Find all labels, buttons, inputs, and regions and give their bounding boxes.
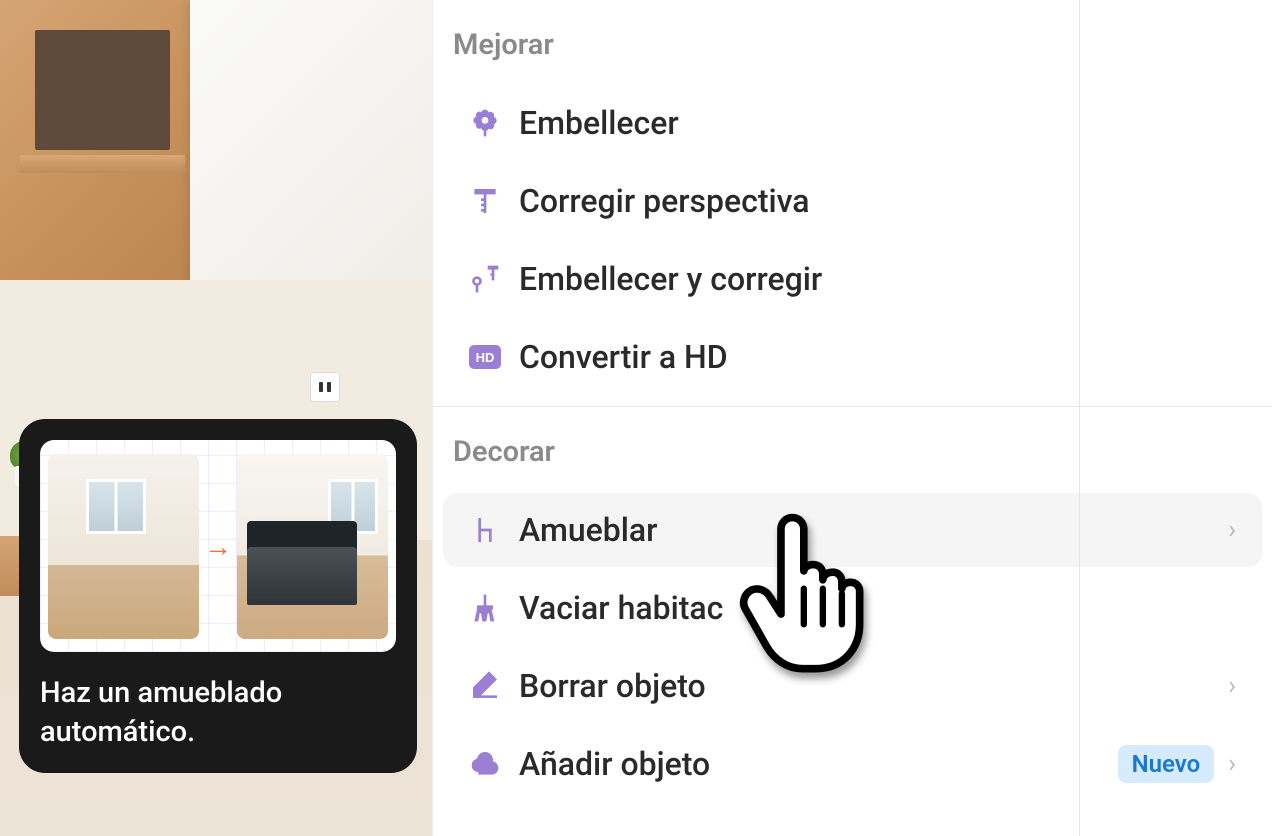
- flower-icon: [463, 105, 507, 141]
- menu-label: Embellecer y corregir: [519, 260, 1242, 298]
- cursor-hand-icon: [735, 510, 865, 675]
- eraser-icon: [463, 668, 507, 704]
- wall-outlet: [310, 372, 340, 402]
- cloud-icon: [463, 746, 507, 782]
- menu-label: Amueblar: [519, 511, 1228, 549]
- chevron-right-icon: ›: [1228, 671, 1242, 701]
- tools-menu-panel: Mejorar Embellecer Corregir perspectiva …: [432, 0, 1272, 836]
- flower-ruler-icon: [463, 261, 507, 297]
- feature-tooltip: → Haz un amueblado automático.: [19, 419, 417, 773]
- preview-after: [237, 454, 388, 639]
- chevron-right-icon: ›: [1228, 749, 1242, 779]
- kitchen-scene: [0, 0, 432, 280]
- chevron-right-icon: ›: [1228, 515, 1242, 545]
- menu-label: Borrar objeto: [519, 667, 1228, 705]
- menu-label: Corregir perspectiva: [519, 182, 1242, 220]
- menu-label: Convertir a HD: [519, 338, 1242, 376]
- chair-icon: [463, 512, 507, 548]
- panel-edge: [1079, 0, 1080, 836]
- hd-icon: HD: [463, 339, 507, 375]
- arrow-icon: →: [203, 530, 233, 563]
- tooltip-preview: →: [40, 440, 396, 652]
- app-container: → Haz un amueblado automático. Mejorar E…: [0, 0, 1272, 836]
- menu-label: Añadir objeto: [519, 745, 1118, 783]
- section-title-decorate: Decorar: [433, 407, 1272, 489]
- menu-label: Vaciar habitac: [519, 589, 1242, 627]
- menu-item-beautify-correct[interactable]: Embellecer y corregir: [443, 242, 1262, 316]
- menu-label: Embellecer: [519, 104, 1242, 142]
- menu-item-add-object[interactable]: Añadir objeto Nuevo ›: [443, 727, 1262, 801]
- preview-before: [48, 454, 199, 639]
- menu-item-hd[interactable]: HD Convertir a HD: [443, 320, 1262, 394]
- svg-text:HD: HD: [476, 350, 495, 365]
- menu-item-perspective[interactable]: Corregir perspectiva: [443, 164, 1262, 238]
- preview-image-panel: → Haz un amueblado automático.: [0, 0, 432, 836]
- ruler-icon: [463, 183, 507, 219]
- tooltip-text: Haz un amueblado automático.: [40, 674, 396, 752]
- section-improve: Mejorar Embellecer Corregir perspectiva …: [433, 0, 1272, 394]
- broom-icon: [463, 590, 507, 626]
- new-badge: Nuevo: [1118, 745, 1215, 783]
- section-title-improve: Mejorar: [433, 0, 1272, 82]
- menu-item-beautify[interactable]: Embellecer: [443, 86, 1262, 160]
